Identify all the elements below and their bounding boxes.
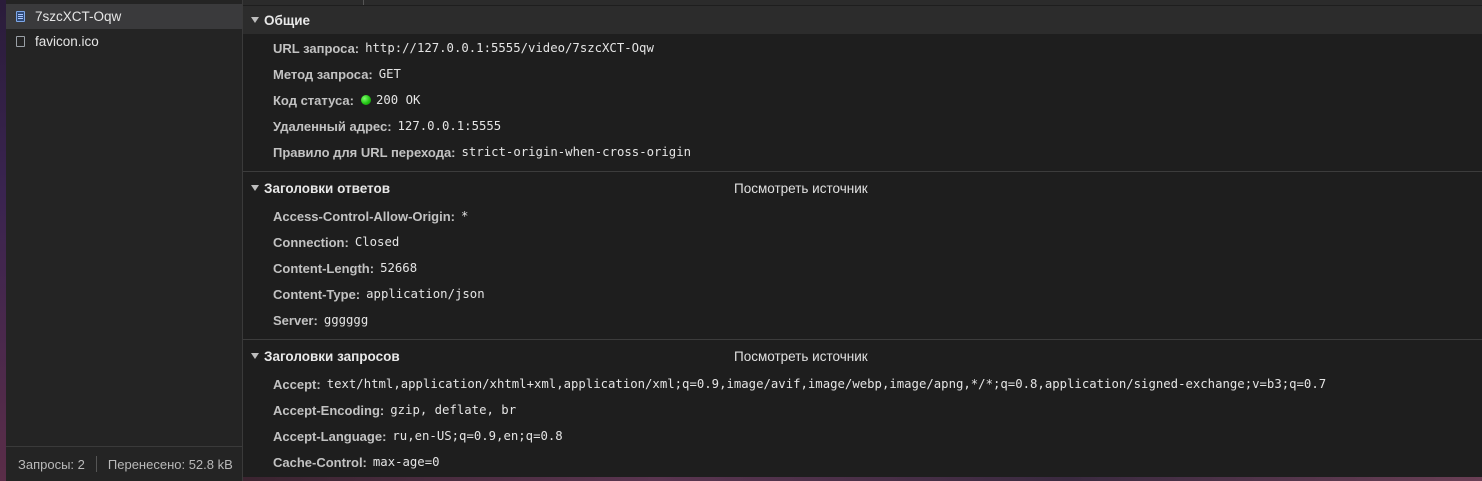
section-title: Общие xyxy=(264,12,311,28)
header-row: Метод запроса: GET xyxy=(273,63,401,85)
taskbar-edge xyxy=(243,477,1482,481)
section-general-header[interactable]: Общие xyxy=(243,6,1482,34)
header-value: ru,en-US;q=0.9,en;q=0.8 xyxy=(392,429,563,443)
header-value: http://127.0.0.1:5555/video/7szcXCT-Oqw xyxy=(365,41,654,55)
header-key: Server: xyxy=(273,312,318,328)
status-ok-icon xyxy=(360,95,371,105)
request-list-panel: 7szcXCT-Oqw favicon.ico Запросы: 2 Перен… xyxy=(6,0,243,481)
header-key: Connection: xyxy=(273,234,349,250)
header-key: Accept-Language: xyxy=(273,428,387,444)
header-row: Server: gggggg xyxy=(273,309,368,331)
header-row: Accept-Encoding: gzip, deflate, br xyxy=(273,399,516,421)
request-count: Запросы: 2 xyxy=(18,456,85,472)
header-key: Accept-Encoding: xyxy=(273,402,385,418)
header-value: Closed xyxy=(354,235,400,249)
transferred-size: Перенесено: 52.8 kB xyxy=(107,456,233,472)
header-row: Access-Control-Allow-Origin: * xyxy=(273,205,468,227)
header-row: Content-Length: 52668 xyxy=(273,257,417,279)
view-source-link[interactable]: Посмотреть источник xyxy=(734,181,868,196)
tab-bar-edge xyxy=(243,0,1482,5)
header-value: 52668 xyxy=(380,261,418,275)
header-value: application/json xyxy=(366,287,485,301)
header-value: gggggg xyxy=(323,313,369,327)
triangle-down-icon xyxy=(251,353,259,359)
header-row: Код статуса: 200 OK xyxy=(273,89,420,111)
file-icon xyxy=(16,36,25,47)
headers-panel: Общие URL запроса: http://127.0.0.1:5555… xyxy=(243,0,1482,481)
header-key: Код статуса: xyxy=(273,92,354,108)
request-name: 7szcXCT-Oqw xyxy=(35,9,122,24)
request-item[interactable]: favicon.ico xyxy=(6,29,242,54)
header-value: 127.0.0.1:5555 xyxy=(397,119,502,133)
request-name: favicon.ico xyxy=(35,34,99,49)
section-title: Заголовки запросов xyxy=(264,348,400,364)
header-key: Content-Type: xyxy=(273,286,361,302)
header-value: * xyxy=(461,209,469,223)
header-key: Правило для URL перехода: xyxy=(273,144,456,160)
header-key: Метод запроса: xyxy=(273,66,373,82)
footer-separator xyxy=(95,456,97,472)
header-value: 200 OK xyxy=(375,93,421,107)
header-value: strict-origin-when-cross-origin xyxy=(461,145,692,159)
view-source-link[interactable]: Посмотреть источник xyxy=(734,349,868,364)
triangle-down-icon xyxy=(251,17,259,23)
header-row: Правило для URL перехода: strict-origin-… xyxy=(273,141,691,163)
header-row: Удаленный адрес: 127.0.0.1:5555 xyxy=(273,115,501,137)
header-row: Content-Type: application/json xyxy=(273,283,485,305)
request-summary-bar: Запросы: 2 Перенесено: 52.8 kB xyxy=(6,446,242,481)
header-row: Accept: text/html,application/xhtml+xml,… xyxy=(273,373,1326,395)
section-request-headers-header[interactable]: Заголовки запросов Посмотреть источник xyxy=(243,342,1482,370)
section-divider xyxy=(243,171,1482,172)
header-key: URL запроса: xyxy=(273,40,360,56)
document-icon xyxy=(16,11,25,22)
section-title: Заголовки ответов xyxy=(264,180,391,196)
header-key: Access-Control-Allow-Origin: xyxy=(273,208,456,224)
header-key: Удаленный адрес: xyxy=(273,118,392,134)
header-row: Cache-Control: max-age=0 xyxy=(273,451,440,473)
section-divider xyxy=(243,339,1482,340)
header-value: max-age=0 xyxy=(372,455,440,469)
header-key: Cache-Control: xyxy=(273,454,367,470)
request-item[interactable]: 7szcXCT-Oqw xyxy=(6,4,242,29)
header-value: text/html,application/xhtml+xml,applicat… xyxy=(326,377,1327,391)
header-row: Connection: Closed xyxy=(273,231,399,253)
header-key: Content-Length: xyxy=(273,260,375,276)
triangle-down-icon xyxy=(251,185,259,191)
header-value: gzip, deflate, br xyxy=(390,403,517,417)
header-row: URL запроса: http://127.0.0.1:5555/video… xyxy=(273,37,654,59)
header-row: Accept-Language: ru,en-US;q=0.9,en;q=0.8 xyxy=(273,425,563,447)
devtools-network-window: 7szcXCT-Oqw favicon.ico Запросы: 2 Перен… xyxy=(0,0,1482,481)
header-value: GET xyxy=(378,67,401,81)
header-key: Accept: xyxy=(273,376,321,392)
section-response-headers-header[interactable]: Заголовки ответов Посмотреть источник xyxy=(243,174,1482,202)
